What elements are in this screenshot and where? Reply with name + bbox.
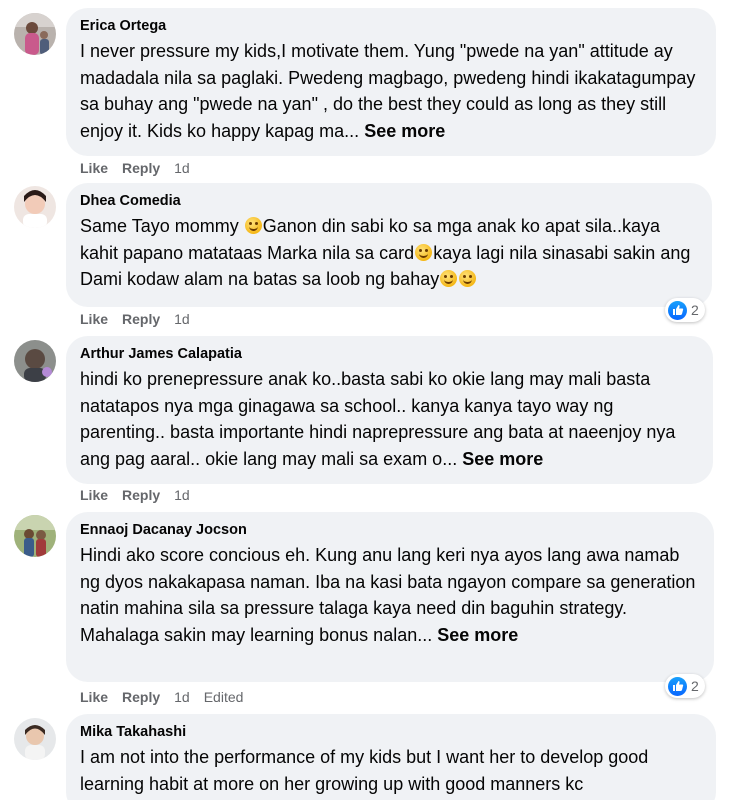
comment-text: Hindi ako score concious eh. Kung anu la… [80, 542, 700, 648]
grinning-face-emoji [440, 270, 458, 287]
comment-actions: Like Reply 1d [80, 486, 204, 504]
edited-label[interactable]: Edited [204, 689, 244, 705]
like-button[interactable]: Like [80, 689, 108, 705]
comment-bubble: Mika Takahashi I am not into the perform… [66, 714, 716, 800]
reaction-count: 2 [691, 678, 699, 694]
comment-text-part: Same Tayo mommy [80, 216, 239, 236]
comment-text: Same Tayo mommy Ganon din sabi ko sa mga… [80, 213, 698, 293]
grinning-face-emoji [459, 270, 477, 287]
see-more-link[interactable]: See more [364, 121, 445, 141]
avatar[interactable] [14, 718, 56, 760]
comment-timestamp[interactable]: 1d [174, 160, 190, 176]
comment-author[interactable]: Mika Takahashi [80, 723, 702, 741]
comment-bubble: Arthur James Calapatia hindi ko prenepre… [66, 336, 713, 484]
comment-bubble: Dhea Comedia Same Tayo mommy Ganon din s… [66, 183, 712, 307]
comment-author[interactable]: Erica Ortega [80, 17, 702, 35]
comment-text: hindi ko prenepressure anak ko..basta sa… [80, 366, 699, 472]
comment-body: Hindi ako score concious eh. Kung anu la… [80, 545, 696, 645]
comment-author[interactable]: Dhea Comedia [80, 192, 698, 210]
comment-body: hindi ko prenepressure anak ko..basta sa… [80, 369, 676, 469]
grinning-face-emoji [244, 217, 262, 234]
avatar[interactable] [14, 13, 56, 55]
see-more-link[interactable]: See more [462, 449, 543, 469]
reply-button[interactable]: Reply [122, 487, 160, 503]
like-button[interactable]: Like [80, 311, 108, 327]
reaction-summary[interactable]: 2 [665, 298, 705, 322]
like-button[interactable]: Like [80, 487, 108, 503]
comment-timestamp[interactable]: 1d [174, 487, 190, 503]
comment-actions: Like Reply 1d Edited [80, 688, 257, 706]
comment-actions: Like Reply 1d [80, 310, 204, 328]
comment-bubble: Ennaoj Dacanay Jocson Hindi ako score co… [66, 512, 714, 682]
like-button[interactable]: Like [80, 160, 108, 176]
comment-feed: Erica Ortega I never pressure my kids,I … [0, 0, 750, 800]
comment-bubble: Erica Ortega I never pressure my kids,I … [66, 8, 716, 156]
like-icon [668, 676, 687, 696]
reply-button[interactable]: Reply [122, 689, 160, 705]
avatar[interactable] [14, 186, 56, 228]
grinning-face-emoji [415, 243, 433, 261]
reply-button[interactable]: Reply [122, 160, 160, 176]
reaction-count: 2 [691, 302, 699, 318]
comment-text: I never pressure my kids,I motivate them… [80, 38, 702, 144]
comment-body: I am not into the performance of my kids… [80, 747, 649, 794]
avatar[interactable] [14, 515, 56, 557]
comment-timestamp[interactable]: 1d [174, 689, 190, 705]
comment-author[interactable]: Ennaoj Dacanay Jocson [80, 521, 700, 539]
comment-timestamp[interactable]: 1d [174, 311, 190, 327]
avatar[interactable] [14, 340, 56, 382]
reaction-summary[interactable]: 2 [665, 674, 705, 698]
reply-button[interactable]: Reply [122, 311, 160, 327]
comment-text: I am not into the performance of my kids… [80, 744, 702, 797]
see-more-link[interactable]: See more [437, 625, 518, 645]
like-icon [668, 300, 687, 320]
comment-actions: Like Reply 1d [80, 159, 204, 177]
comment-author[interactable]: Arthur James Calapatia [80, 345, 699, 363]
